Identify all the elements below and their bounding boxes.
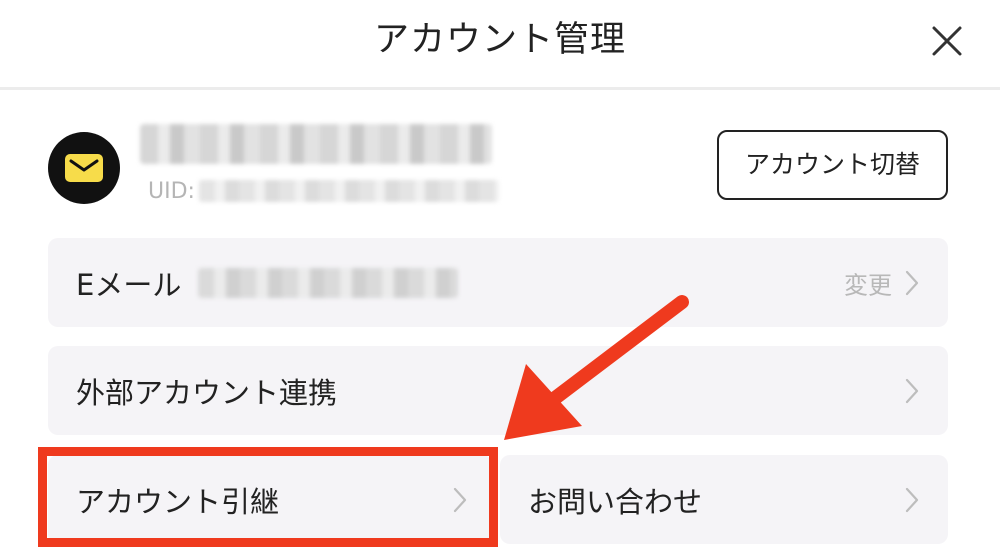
avatar	[48, 132, 120, 204]
email-value-redacted	[198, 268, 458, 298]
account-transfer-label: アカウント引継	[76, 484, 280, 519]
external-account-label: 外部アカウント連携	[76, 375, 338, 410]
account-transfer-row[interactable]: アカウント引継	[48, 455, 492, 544]
close-icon	[932, 26, 962, 56]
chevron-right-icon	[904, 269, 920, 297]
account-email-redacted	[140, 124, 492, 164]
header: アカウント管理	[0, 0, 1000, 90]
contact-label: お問い合わせ	[528, 484, 703, 519]
switch-account-button[interactable]: アカウント切替	[717, 130, 948, 200]
email-label: Eメール	[76, 267, 182, 302]
account-management-screen: アカウント管理 UID: アカウント切替 Eメール 変更 外部アカウント連携 ア…	[0, 0, 1000, 553]
uid-value-redacted	[198, 180, 499, 202]
email-row[interactable]: Eメール 変更	[48, 238, 948, 327]
uid-line: UID:	[148, 176, 499, 206]
page-title: アカウント管理	[373, 20, 626, 60]
chevron-right-icon	[904, 377, 920, 405]
account-summary: UID: アカウント切替	[48, 118, 952, 218]
mail-envelope-icon	[65, 154, 103, 182]
change-email-link[interactable]: 変更	[844, 265, 892, 300]
chevron-right-icon	[904, 486, 920, 514]
contact-row[interactable]: お問い合わせ	[500, 455, 948, 544]
close-button[interactable]	[930, 24, 964, 58]
external-account-link-row[interactable]: 外部アカウント連携	[48, 346, 948, 435]
uid-label: UID:	[148, 178, 195, 204]
chevron-right-icon	[452, 486, 468, 514]
